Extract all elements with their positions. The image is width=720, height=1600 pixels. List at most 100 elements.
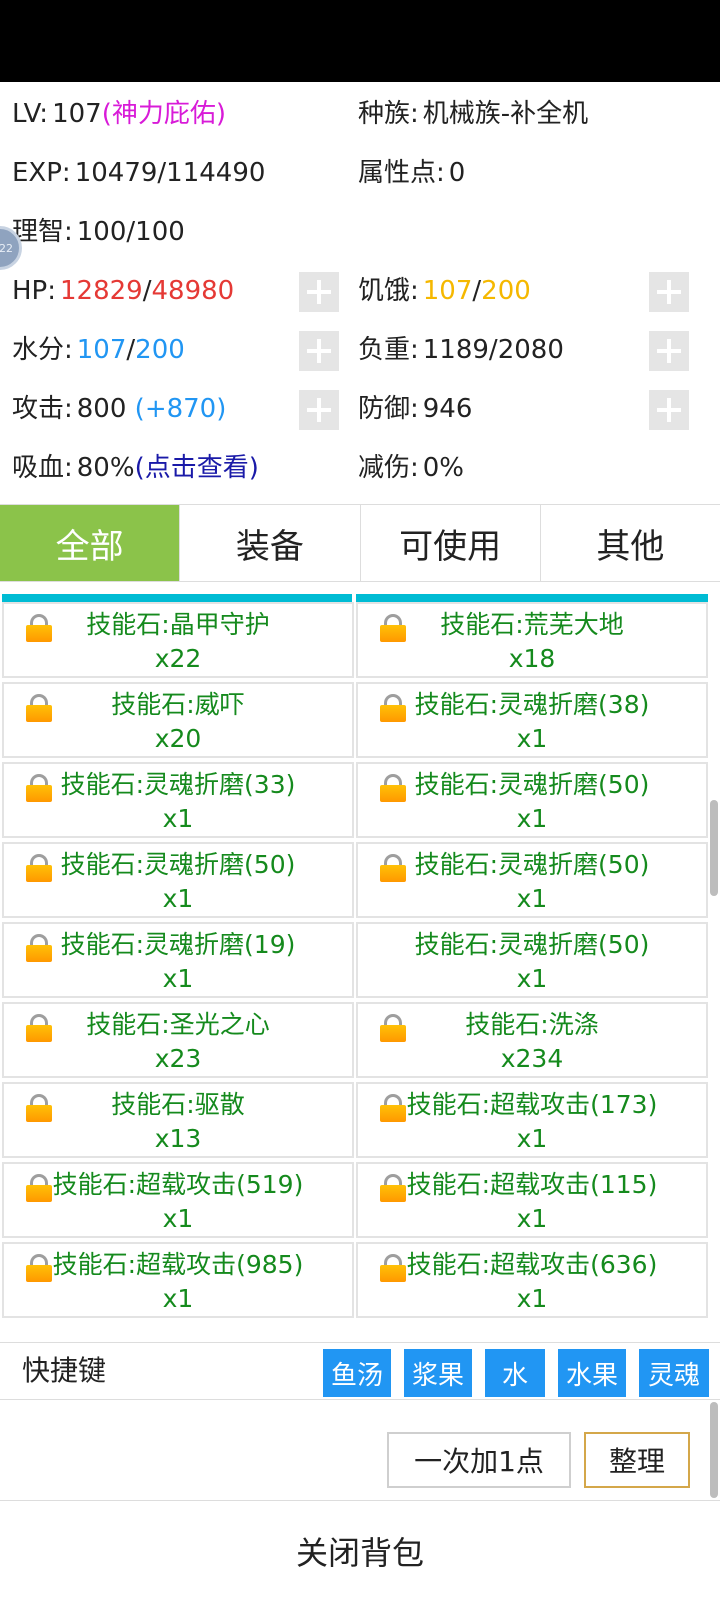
lock-icon — [26, 694, 52, 722]
item-count: x20 — [154, 724, 202, 753]
stat-attribute-points: 属性点: 0 — [358, 158, 466, 188]
stat-hp: HP: 12829/48980 — [12, 276, 235, 306]
inventory-scrollbar[interactable] — [710, 800, 718, 896]
water-plus-button[interactable] — [299, 331, 339, 371]
inventory-item[interactable]: 技能石:灵魂折磨(33) x1 — [2, 762, 354, 838]
item-name: 技能石:超载攻击(519) — [52, 1170, 304, 1199]
inventory-item[interactable]: 技能石:超载攻击(115) x1 — [356, 1162, 708, 1238]
stat-damage-reduction: 减伤: 0% — [358, 453, 465, 483]
lock-icon — [26, 1174, 52, 1202]
inventory-item[interactable]: 技能石:灵魂折磨(50) x1 — [356, 762, 708, 838]
tab-all[interactable]: 全部 — [0, 505, 181, 581]
lock-icon — [26, 854, 52, 882]
item-count: x18 — [508, 644, 556, 673]
lock-icon — [380, 1014, 406, 1042]
item-name: 技能石:灵魂折磨(50) — [414, 850, 650, 879]
lock-icon — [380, 1174, 406, 1202]
inventory-item[interactable]: 技能石:驱散 x13 — [2, 1082, 354, 1158]
item-count: x1 — [162, 964, 194, 993]
lock-icon — [380, 1254, 406, 1282]
stat-exp: EXP: 10479/114490 — [12, 158, 266, 188]
item-name: 技能石:驱散 — [111, 1090, 245, 1119]
lock-icon — [26, 614, 52, 642]
tab-other[interactable]: 其他 — [540, 505, 720, 581]
load-plus-button[interactable] — [649, 331, 689, 371]
lock-icon — [380, 854, 406, 882]
defense-plus-button[interactable] — [649, 390, 689, 430]
hotkey-water[interactable]: 水 — [485, 1349, 545, 1397]
stat-defense: 防御: 946 — [358, 394, 473, 424]
inventory-item[interactable]: 技能石:超载攻击(173) x1 — [356, 1082, 708, 1158]
hotkey-berries[interactable]: 浆果 — [404, 1349, 472, 1397]
item-count: x1 — [516, 804, 548, 833]
item-name: 技能石:超载攻击(115) — [406, 1170, 658, 1199]
inventory-item[interactable]: 技能石:荒芜大地 x18 — [356, 602, 708, 678]
item-name: 技能石:洗涤 — [465, 1010, 599, 1039]
stat-leech: 吸血: 80%(点击查看) — [12, 453, 259, 483]
item-count: x1 — [516, 1124, 548, 1153]
stat-level: LV: 107(神力庇佑) — [12, 99, 226, 129]
inventory-item[interactable]: 技能石:圣光之心 x23 — [2, 1002, 354, 1078]
close-backpack-button[interactable]: 关闭背包 — [0, 1500, 720, 1600]
inventory-item[interactable]: 技能石:超载攻击(636) x1 — [356, 1242, 708, 1318]
item-count: x1 — [162, 1284, 194, 1313]
lock-icon — [380, 774, 406, 802]
inventory-item[interactable]: 技能石:超载攻击(519) x1 — [2, 1162, 354, 1238]
hp-plus-button[interactable] — [299, 272, 339, 312]
item-name: 技能石:超载攻击(173) — [406, 1090, 658, 1119]
attack-plus-button[interactable] — [299, 390, 339, 430]
status-bar — [0, 0, 720, 82]
item-count: x1 — [162, 1204, 194, 1233]
item-name: 技能石:荒芜大地 — [440, 610, 624, 639]
tab-equipment[interactable]: 装备 — [180, 505, 361, 581]
inventory-item[interactable]: 技能石:超载攻击(985) x1 — [2, 1242, 354, 1318]
lock-icon — [26, 1014, 52, 1042]
inventory-item[interactable]: 技能石:洗涤 x234 — [356, 1002, 708, 1078]
inventory-item[interactable]: 技能石:灵魂折磨(50) x1 — [356, 922, 708, 998]
partial-item-row — [2, 594, 352, 602]
item-count: x1 — [516, 724, 548, 753]
lock-icon — [26, 1254, 52, 1282]
item-count: x234 — [500, 1044, 564, 1073]
hunger-plus-button[interactable] — [649, 272, 689, 312]
stat-sanity: 理智: 100/100 — [12, 217, 185, 247]
hotkey-fruit[interactable]: 水果 — [558, 1349, 626, 1397]
inventory-tabs: 全部 装备 可使用 其他 — [0, 504, 720, 582]
stat-water: 水分: 107/200 — [12, 335, 185, 365]
inventory-item[interactable]: 技能石:威吓 x20 — [2, 682, 354, 758]
item-name: 技能石:灵魂折磨(19) — [60, 930, 296, 959]
stat-race: 种族: 机械族-补全机 — [358, 99, 589, 129]
item-count: x1 — [516, 1284, 548, 1313]
add-one-point-button[interactable]: 一次加1点 — [387, 1432, 571, 1488]
tab-usable[interactable]: 可使用 — [360, 505, 541, 581]
item-count: x1 — [162, 804, 194, 833]
inventory-item[interactable]: 技能石:灵魂折磨(19) x1 — [2, 922, 354, 998]
level-title: (神力庇佑) — [101, 99, 226, 129]
lock-icon — [380, 1094, 406, 1122]
inventory-item[interactable]: 技能石:灵魂折磨(50) x1 — [356, 842, 708, 918]
item-name: 技能石:威吓 — [111, 690, 245, 719]
lock-icon — [26, 1094, 52, 1122]
stat-attack: 攻击: 800 (+870) — [12, 394, 227, 424]
item-count: x1 — [516, 964, 548, 993]
item-count: x22 — [154, 644, 202, 673]
item-name: 技能石:灵魂折磨(50) — [414, 930, 650, 959]
inventory-item[interactable]: 技能石:灵魂折磨(50) x1 — [2, 842, 354, 918]
hotkey-fish-soup[interactable]: 鱼汤 — [323, 1349, 391, 1397]
inventory-grid[interactable]: 技能石:晶甲守护 x22 技能石:荒芜大地 x18 技能石:威吓 x20 技能石:灵魂折磨(… — [0, 586, 720, 1340]
item-name: 技能石:超载攻击(985) — [52, 1250, 304, 1279]
partial-item-row — [356, 594, 708, 602]
item-name: 技能石:灵魂折磨(38) — [414, 690, 650, 719]
item-count: x13 — [154, 1124, 202, 1153]
item-count: x1 — [516, 884, 548, 913]
sort-button[interactable]: 整理 — [584, 1432, 690, 1488]
hotkey-soul[interactable]: 灵魂 — [639, 1349, 709, 1397]
item-name: 技能石:灵魂折磨(33) — [60, 770, 296, 799]
inventory-item[interactable]: 技能石:晶甲守护 x22 — [2, 602, 354, 678]
lock-icon — [380, 694, 406, 722]
panel-scrollbar[interactable] — [710, 1402, 718, 1498]
item-count: x23 — [154, 1044, 202, 1073]
inventory-item[interactable]: 技能石:灵魂折磨(38) x1 — [356, 682, 708, 758]
item-name: 技能石:灵魂折磨(50) — [414, 770, 650, 799]
leech-detail-link[interactable]: (点击查看) — [135, 453, 259, 483]
